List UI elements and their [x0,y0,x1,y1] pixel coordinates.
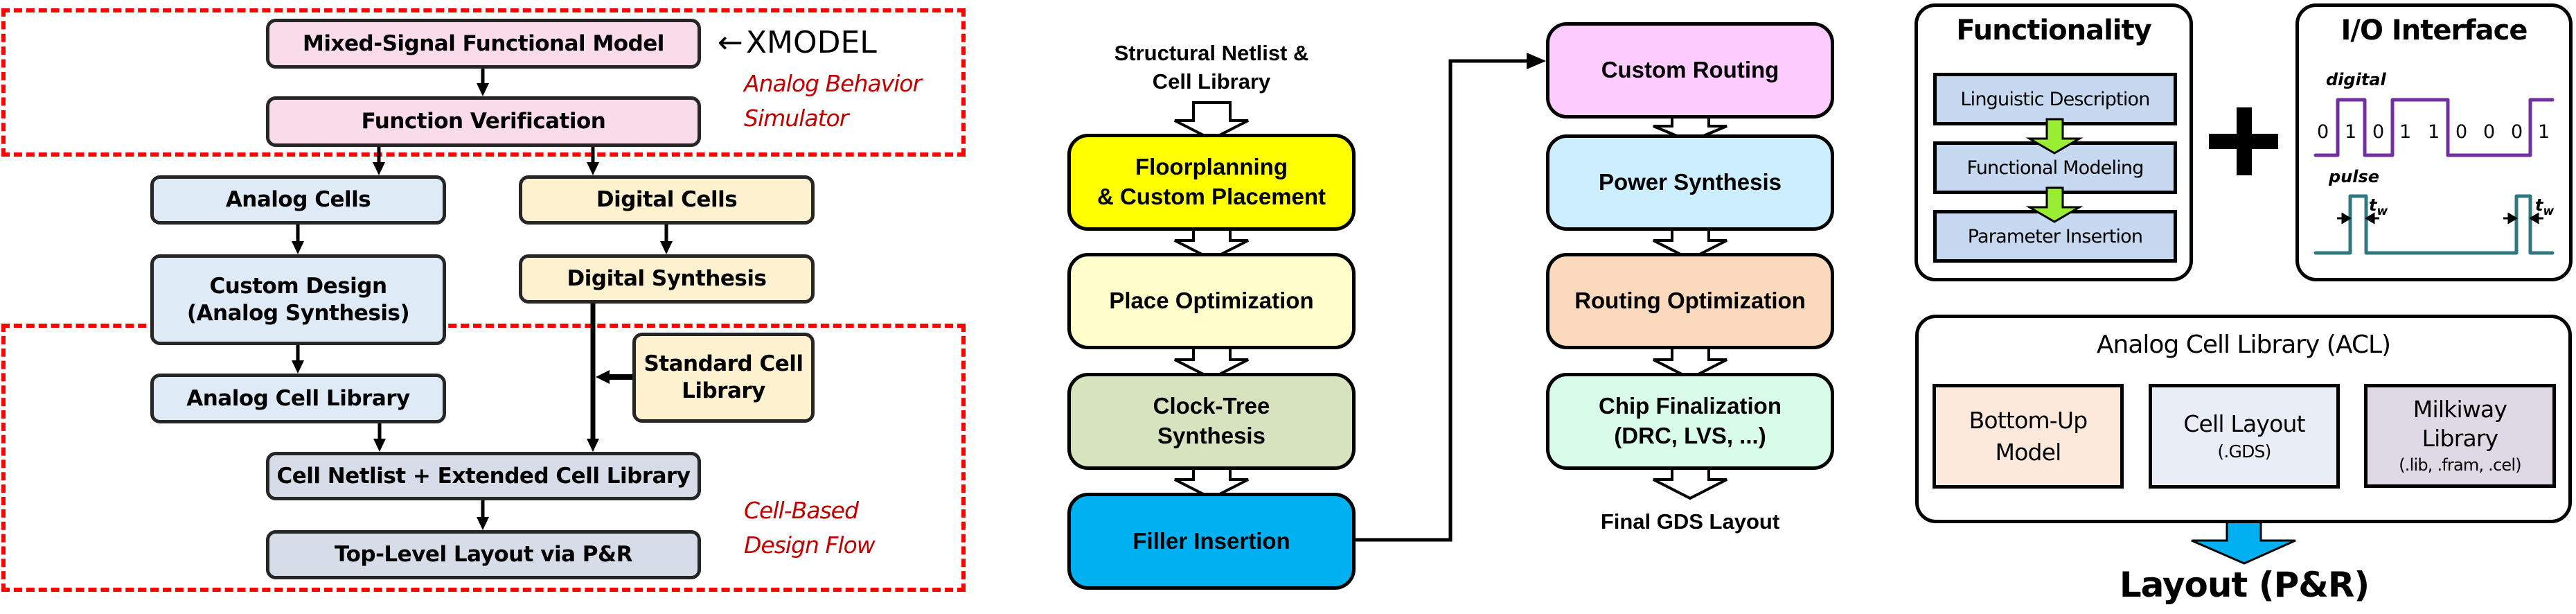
tw-symbol: t [2535,195,2543,215]
tw-subscript: w [2543,204,2555,218]
layout-pr-label: Layout (P&R) [2119,565,2370,605]
bit: 0 [2455,121,2468,143]
digital-label: digital [2326,70,2386,89]
item-label: Library [2422,425,2499,452]
item-label: Cell Layout [2183,410,2305,437]
acl-title: Analog Cell Library (ACL) [2096,331,2391,359]
io-interface-title: I/O Interface [2340,15,2528,46]
cell-layout-box: Cell Layout (.GDS) [2149,384,2340,489]
bit: 1 [2399,121,2412,143]
bit: 1 [2428,121,2440,143]
pulse-width-label-1: tw [2369,196,2388,220]
green-arrow-down-icon [2025,118,2084,155]
bit: 0 [2483,121,2496,143]
bottom-up-model-box: Bottom-Up Model [1933,384,2124,489]
digital-bits: 0 1 0 1 1 0 0 0 1 [2311,121,2560,144]
milkiway-library-box: Milkiway Library (.lib, .fram, .cel) [2364,384,2556,488]
pulse-width-label-2: tw [2535,196,2554,220]
bit: 1 [2538,121,2550,143]
item-label: Model [1995,438,2061,466]
bit: 0 [2317,121,2329,143]
green-arrow-down-icon [2025,186,2084,223]
tw-subscript: w [2377,204,2388,218]
item-label: Bottom-Up [1969,406,2088,434]
bit: 0 [2372,121,2385,143]
item-sublabel: (.GDS) [2217,441,2271,462]
bit: 1 [2345,121,2357,143]
tw-symbol: t [2369,195,2377,215]
pulse-label: pulse [2329,167,2380,186]
plus-icon [2209,107,2278,175]
item-sublabel: (.lib, .fram, .cel) [2399,455,2521,475]
item-label: Milkiway [2413,396,2507,423]
bit: 0 [2511,121,2523,143]
